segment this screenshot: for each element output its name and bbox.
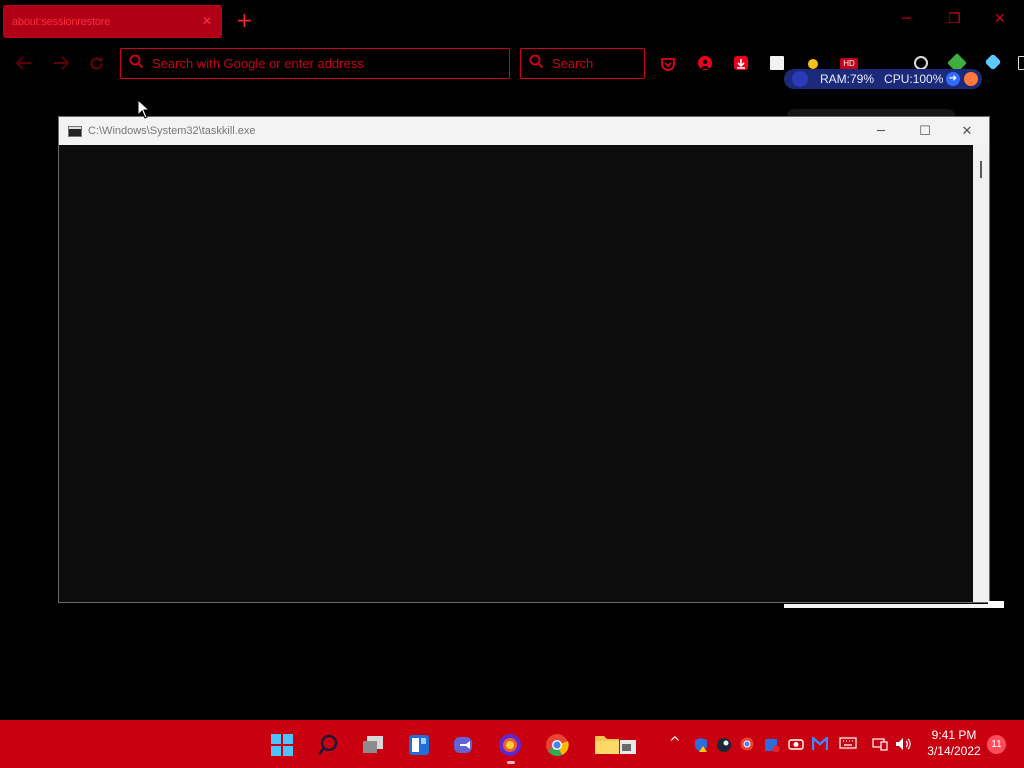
download-icon[interactable] (734, 56, 748, 70)
browser-tab[interactable]: about:sessionrestore ✕ (3, 5, 222, 38)
cpu-usage: CPU:100% (884, 72, 944, 86)
emoji-extension-icon[interactable] (808, 59, 818, 69)
browser-close-button[interactable]: ✕ (994, 12, 1006, 26)
forward-arrow-icon[interactable] (53, 56, 70, 74)
console-app-icon (68, 125, 82, 137)
keyboard-icon[interactable] (839, 737, 857, 752)
notification-count-badge[interactable]: 11 (987, 735, 1006, 754)
tray-overflow-chevron-icon[interactable]: ^ (669, 735, 681, 751)
taskkill-console-window[interactable]: C:\Windows\System32\taskkill.exe ─ ☐ ✕ (58, 116, 990, 603)
taskbar-search-icon[interactable] (315, 732, 341, 758)
start-button[interactable] (269, 732, 295, 758)
browser-minimize-button[interactable]: ─ (902, 12, 910, 26)
scrollbar-thumb[interactable] (980, 161, 982, 178)
url-bar[interactable] (120, 48, 510, 79)
network-icon[interactable] (872, 737, 888, 754)
pocket-icon[interactable] (661, 56, 675, 71)
bell-icon[interactable] (964, 72, 978, 86)
console-scrollbar[interactable] (973, 145, 989, 602)
volume-icon[interactable] (895, 737, 913, 754)
account-icon[interactable] (698, 56, 712, 70)
steam-icon[interactable] (716, 737, 732, 756)
overflow-extension-icon[interactable] (1018, 56, 1024, 70)
search-icon (129, 54, 144, 73)
clock-time: 9:41 PM (931, 728, 977, 742)
console-titlebar[interactable]: C:\Windows\System32\taskkill.exe ─ ☐ ✕ (59, 117, 989, 145)
clock-date: 3/14/2022 (927, 744, 981, 758)
file-explorer-icon[interactable] (592, 732, 640, 758)
task-view-icon[interactable] (360, 732, 386, 758)
diamond-extension-icon[interactable] (984, 53, 1002, 71)
taskbar-clock[interactable]: 9:41 PM 3/14/2022 (922, 727, 986, 759)
reload-icon[interactable] (89, 56, 104, 75)
tab-title: about:sessionrestore (12, 15, 111, 28)
widgets-icon[interactable] (406, 732, 432, 758)
camera-tray-icon[interactable] (788, 737, 804, 754)
teams-chat-icon[interactable] (451, 732, 477, 758)
firefox-running-indicator (507, 761, 515, 764)
tab-close-icon[interactable]: ✕ (202, 14, 212, 28)
new-tab-button[interactable]: + (236, 10, 253, 30)
browser-restore-button[interactable]: ❐ (948, 12, 961, 26)
monitor-rocket-icon (792, 71, 808, 87)
console-output-area[interactable] (59, 145, 973, 602)
search-bar[interactable] (520, 48, 645, 79)
shutter-extension-icon[interactable] (914, 56, 928, 70)
console-minimize-button[interactable]: ─ (859, 117, 903, 145)
chrome-tray-icon[interactable] (740, 737, 754, 754)
back-arrow-icon[interactable] (15, 56, 32, 74)
security-center-icon[interactable] (764, 737, 780, 756)
window-bottom-strip (784, 604, 988, 608)
system-monitor-widget[interactable]: RAM:79% CPU:100% ➜ (784, 69, 982, 89)
search-input[interactable] (552, 56, 644, 71)
firefox-icon[interactable] (497, 732, 523, 758)
defender-icon[interactable] (693, 737, 709, 756)
search-icon (529, 54, 544, 73)
notes-extension-icon[interactable] (770, 56, 784, 70)
malwarebytes-icon[interactable] (811, 735, 829, 754)
arrow-right-icon[interactable]: ➜ (946, 72, 960, 86)
chrome-icon[interactable] (544, 732, 570, 758)
desktop-screen: about:sessionrestore ✕ + ─ ❐ ✕ HD (0, 0, 1024, 768)
console-title: C:\Windows\System32\taskkill.exe (88, 125, 256, 137)
window-corner-strip (988, 601, 1004, 608)
mouse-pointer-icon (137, 98, 151, 123)
url-input[interactable] (152, 56, 509, 71)
ram-usage: RAM:79% (820, 72, 875, 86)
console-close-button[interactable]: ✕ (945, 117, 989, 145)
console-maximize-button[interactable]: ☐ (903, 117, 947, 145)
